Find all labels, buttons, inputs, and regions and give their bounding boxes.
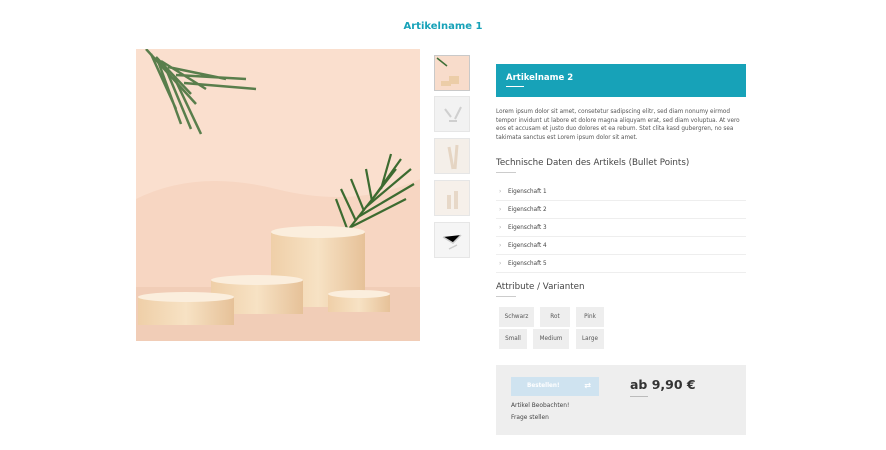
page-title: Artikelname 1 bbox=[403, 21, 483, 32]
variants-heading-underline bbox=[496, 296, 516, 297]
title-underline bbox=[506, 86, 524, 87]
variant-small[interactable]: Small bbox=[499, 329, 527, 349]
variant-rot[interactable]: Rot bbox=[540, 307, 570, 327]
chevron-right-icon: › bbox=[499, 260, 502, 267]
variant-medium[interactable]: Medium bbox=[533, 329, 569, 349]
order-button[interactable]: Bestellen! ⇄ bbox=[511, 377, 599, 396]
specs-heading: Technische Daten des Artikels (Bullet Po… bbox=[496, 158, 690, 168]
variant-pink[interactable]: Pink bbox=[576, 307, 604, 327]
price: ab 9,90 € bbox=[630, 377, 696, 392]
buy-box: Bestellen! ⇄ ab 9,90 € Artikel Beobachte… bbox=[496, 365, 746, 435]
property-item: › Eigenschaft 1 bbox=[496, 183, 746, 201]
cart-arrow-icon: ⇄ bbox=[584, 381, 591, 390]
watch-item-link[interactable]: Artikel Beobachten! bbox=[511, 403, 569, 409]
chevron-right-icon: › bbox=[499, 242, 502, 249]
property-item: › Eigenschaft 3 bbox=[496, 219, 746, 237]
variant-large[interactable]: Large bbox=[576, 329, 604, 349]
product-name: Artikelname 2 bbox=[506, 73, 574, 83]
chevron-right-icon: › bbox=[499, 206, 502, 213]
property-item: › Eigenschaft 4 bbox=[496, 237, 746, 255]
property-item: › Eigenschaft 2 bbox=[496, 201, 746, 219]
thumbnail-4[interactable] bbox=[434, 180, 470, 216]
chevron-right-icon: › bbox=[499, 188, 502, 195]
property-item: › Eigenschaft 5 bbox=[496, 255, 746, 273]
thumbnail-3[interactable] bbox=[434, 138, 470, 174]
thumbnail-1[interactable] bbox=[434, 55, 470, 91]
main-product-image[interactable] bbox=[136, 49, 420, 341]
specs-heading-underline bbox=[496, 172, 516, 173]
variants-heading: Attribute / Varianten bbox=[496, 282, 585, 292]
ask-question-link[interactable]: Frage stellen bbox=[511, 415, 549, 421]
price-underline bbox=[630, 396, 648, 397]
chevron-right-icon: › bbox=[499, 224, 502, 231]
thumbnail-2[interactable] bbox=[434, 96, 470, 132]
thumbnail-5[interactable] bbox=[434, 222, 470, 258]
product-description: Lorem ipsum dolor sit amet, consetetur s… bbox=[496, 109, 740, 142]
product-title-bar: Artikelname 2 bbox=[496, 64, 746, 97]
variant-schwarz[interactable]: Schwarz bbox=[499, 307, 534, 327]
